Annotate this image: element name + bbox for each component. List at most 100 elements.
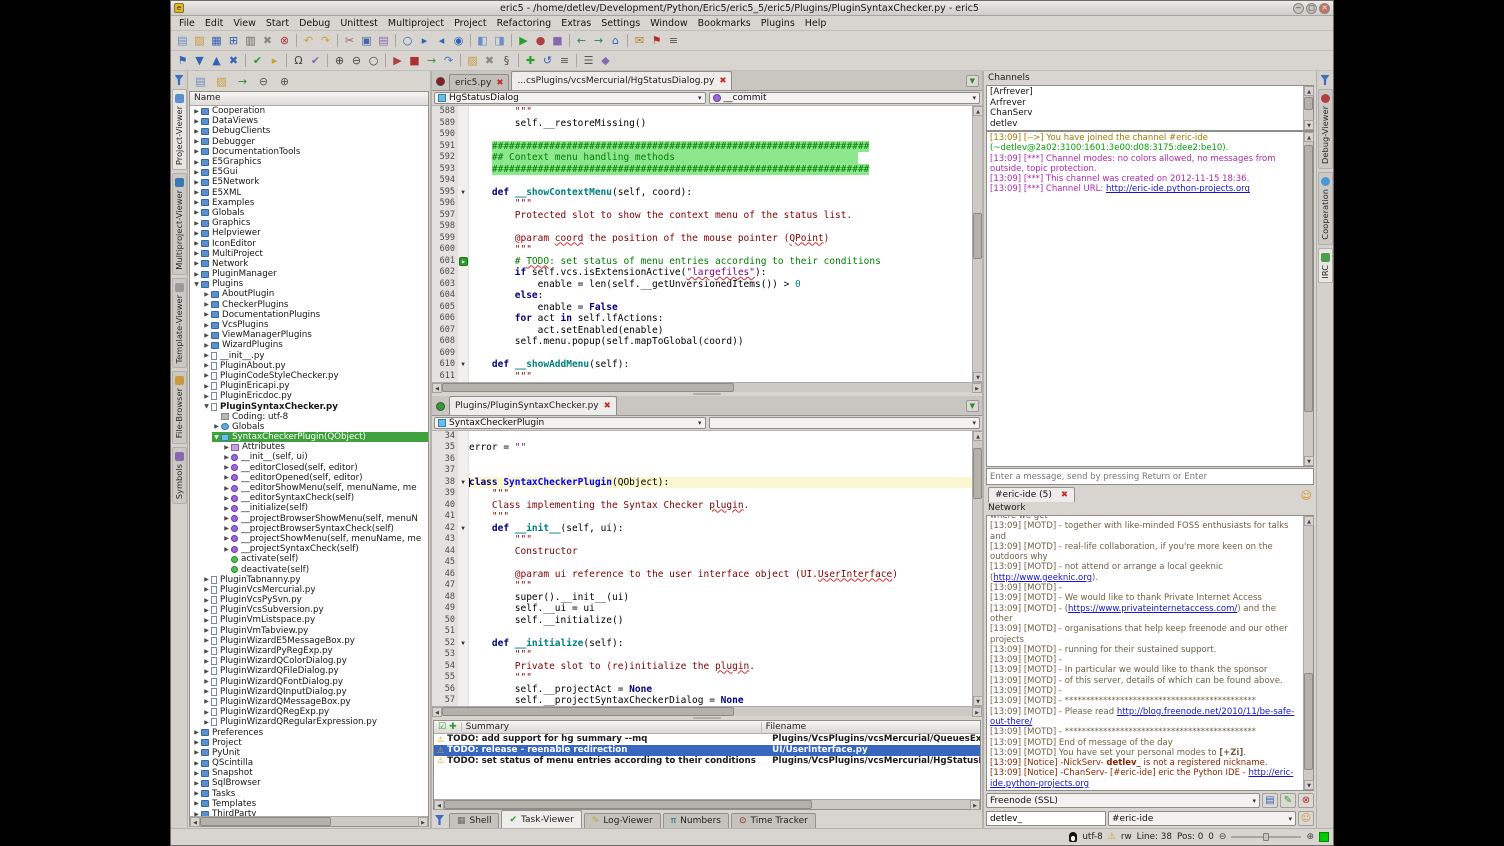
expander-icon[interactable]: ▶: [202, 637, 211, 644]
menu-plugins[interactable]: Plugins: [756, 17, 800, 30]
network-vscrollbar[interactable]: ▲ ▼: [1303, 516, 1313, 790]
code-line[interactable]: 611 """: [432, 371, 972, 382]
code-line[interactable]: 57 self.__projectSyntaxCheckerDialog = N…: [432, 695, 972, 706]
expander-icon[interactable]: ▶: [192, 179, 201, 186]
scroll-down-icon[interactable]: ▼: [1304, 780, 1314, 790]
expander-icon[interactable]: ▶: [222, 546, 231, 553]
scroll-left-icon[interactable]: ◀: [190, 817, 200, 827]
tree-item[interactable]: ▼PluginSyntaxChecker.py: [202, 401, 428, 411]
menu-extras[interactable]: Extras: [556, 17, 596, 30]
profile-script-icon[interactable]: ■: [549, 33, 566, 49]
tree-item[interactable]: ▶__editorSyntaxCheck(self): [222, 493, 428, 503]
tree-item[interactable]: ▶AboutPlugin: [202, 289, 428, 299]
scroll-right-icon[interactable]: ▶: [418, 817, 428, 827]
close-tab-icon[interactable]: ✖: [496, 78, 503, 88]
expander-icon[interactable]: ▶: [192, 240, 201, 247]
tree-item[interactable]: ▶IconEditor: [192, 238, 428, 248]
code-line[interactable]: 35error = "": [432, 442, 972, 454]
menu-window[interactable]: Window: [645, 17, 692, 30]
tree-item[interactable]: ▶DocumentationPlugins: [202, 310, 428, 320]
vcs-diff-icon[interactable]: ≡: [556, 53, 573, 69]
code-line[interactable]: 43 """: [432, 534, 972, 546]
tree-item[interactable]: ▶__projectBrowserSyntaxCheck(self): [222, 524, 428, 534]
tree-item[interactable]: ▶VcsPlugins: [202, 320, 428, 330]
user-list-item[interactable]: ChanServ: [990, 108, 1300, 119]
tree-item[interactable]: ▶WizardPlugins: [202, 340, 428, 350]
copy-icon[interactable]: ▣: [358, 33, 375, 49]
code-line[interactable]: 44 Constructor: [432, 546, 972, 558]
code-line[interactable]: 594: [432, 175, 972, 187]
tree-item[interactable]: ▶PluginWizardQMessageBox.py: [202, 697, 428, 707]
code-line[interactable]: 50 self.__initialize(): [432, 615, 972, 627]
menu-project[interactable]: Project: [449, 17, 492, 30]
column-header-filename[interactable]: Filename: [762, 722, 811, 732]
open-project-icon[interactable]: ▨: [464, 53, 481, 69]
continue-icon[interactable]: →: [423, 53, 440, 69]
expander-icon[interactable]: ▶: [202, 709, 211, 716]
channel-list-icon[interactable]: ▤: [1262, 793, 1278, 808]
menu-edit[interactable]: Edit: [200, 17, 228, 30]
zoom-in-icon[interactable]: ⊕: [331, 53, 348, 69]
tree-item[interactable]: ▶PluginWizardQRegExp.py: [202, 707, 428, 717]
code-line[interactable]: 49 self.__ui = ui: [432, 603, 972, 615]
new-window-icon[interactable]: ◧: [474, 33, 491, 49]
code-line[interactable]: 596 """: [432, 198, 972, 210]
expander-icon[interactable]: ▶: [192, 108, 201, 115]
collapse-all-icon[interactable]: ⊖: [255, 73, 272, 89]
tree-item[interactable]: ▶PluginVmListspace.py: [202, 615, 428, 625]
message-input[interactable]: [986, 468, 1314, 485]
menu-bookmarks[interactable]: Bookmarks: [693, 17, 756, 30]
close-tab-icon[interactable]: ✖: [604, 401, 611, 411]
expander-icon[interactable]: ▶: [202, 688, 211, 695]
split-view-icon[interactable]: ◨: [491, 33, 508, 49]
back-icon[interactable]: ←: [573, 33, 590, 49]
nick-input[interactable]: [986, 811, 1106, 826]
tree-item[interactable]: ▶PluginEricapi.py: [202, 381, 428, 391]
expander-icon[interactable]: ▶: [202, 332, 211, 339]
expander-icon[interactable]: ▶: [192, 159, 201, 166]
code-line[interactable]: 608 self.menu.popup(self.mapToGlobal(coo…: [432, 336, 972, 348]
code-view[interactable]: 3435error = ""363738▼class SyntaxChecker…: [432, 431, 972, 707]
tree-item[interactable]: ▼Plugins: [192, 279, 428, 289]
next-bookmark-icon[interactable]: ▼: [191, 53, 208, 69]
close-button[interactable]: ✕: [1319, 3, 1330, 14]
tree-item[interactable]: ▶PluginVmTabview.py: [202, 626, 428, 636]
save-all-icon[interactable]: ⊞: [225, 33, 242, 49]
goto-icon[interactable]: →: [234, 73, 251, 89]
vcs-update-icon[interactable]: ↺: [539, 53, 556, 69]
tree-item[interactable]: ▶PluginVcsPySvn.py: [202, 595, 428, 605]
code-line[interactable]: 37: [432, 465, 972, 477]
editor-hscrollbar[interactable]: ◀ ▶: [432, 382, 982, 392]
code-line[interactable]: 602 if self.vcs.isExtensionActive("large…: [432, 267, 972, 279]
edit-network-icon[interactable]: ✎: [1280, 793, 1296, 808]
tool-tab-shell[interactable]: ▦Shell: [449, 813, 499, 828]
tool-tab-time-tracker[interactable]: ⊙Time Tracker: [731, 813, 816, 828]
sidebar-tab-irc[interactable]: IRC: [1318, 248, 1333, 284]
expander-icon[interactable]: ▶: [192, 128, 201, 135]
expander-icon[interactable]: ▶: [192, 199, 201, 206]
expander-icon[interactable]: ▶: [192, 250, 201, 257]
menu-multiproject[interactable]: Multiproject: [383, 17, 449, 30]
tree-item[interactable]: ▶SqlBrowser: [192, 778, 428, 788]
code-line[interactable]: 589 self.__restoreMissing(): [432, 118, 972, 130]
expander-icon[interactable]: ▶: [222, 515, 231, 522]
tree-item[interactable]: deactivate(self): [222, 564, 428, 574]
code-line[interactable]: 597 Protected slot to show the context m…: [432, 210, 972, 222]
join-channel-combo[interactable]: #eric-ide ▾: [1108, 811, 1296, 826]
tree-item[interactable]: ▶Globals: [192, 208, 428, 218]
menu-help[interactable]: Help: [800, 17, 832, 30]
tree-item[interactable]: ▶__init__(self, ui): [222, 452, 428, 462]
expander-icon[interactable]: ▶: [192, 209, 201, 216]
expander-icon[interactable]: ▶: [192, 780, 201, 787]
menu-settings[interactable]: Settings: [596, 17, 645, 30]
expander-icon[interactable]: ▶: [192, 271, 201, 278]
filter-icon[interactable]: [435, 815, 444, 825]
cut-icon[interactable]: ✂: [341, 33, 358, 49]
code-line[interactable]: 607 act.setEnabled(enable): [432, 325, 972, 337]
code-view[interactable]: 588 """589 self.__restoreMissing()590591…: [432, 106, 972, 382]
tree-item[interactable]: ▶E5XML: [192, 188, 428, 198]
expander-icon[interactable]: ▶: [192, 230, 201, 237]
close-project-icon[interactable]: ✖: [481, 53, 498, 69]
sidebar-tab-template-viewer[interactable]: Template-Viewer: [172, 278, 187, 369]
code-line[interactable]: 592 ## Context menu handling methods: [432, 152, 972, 164]
